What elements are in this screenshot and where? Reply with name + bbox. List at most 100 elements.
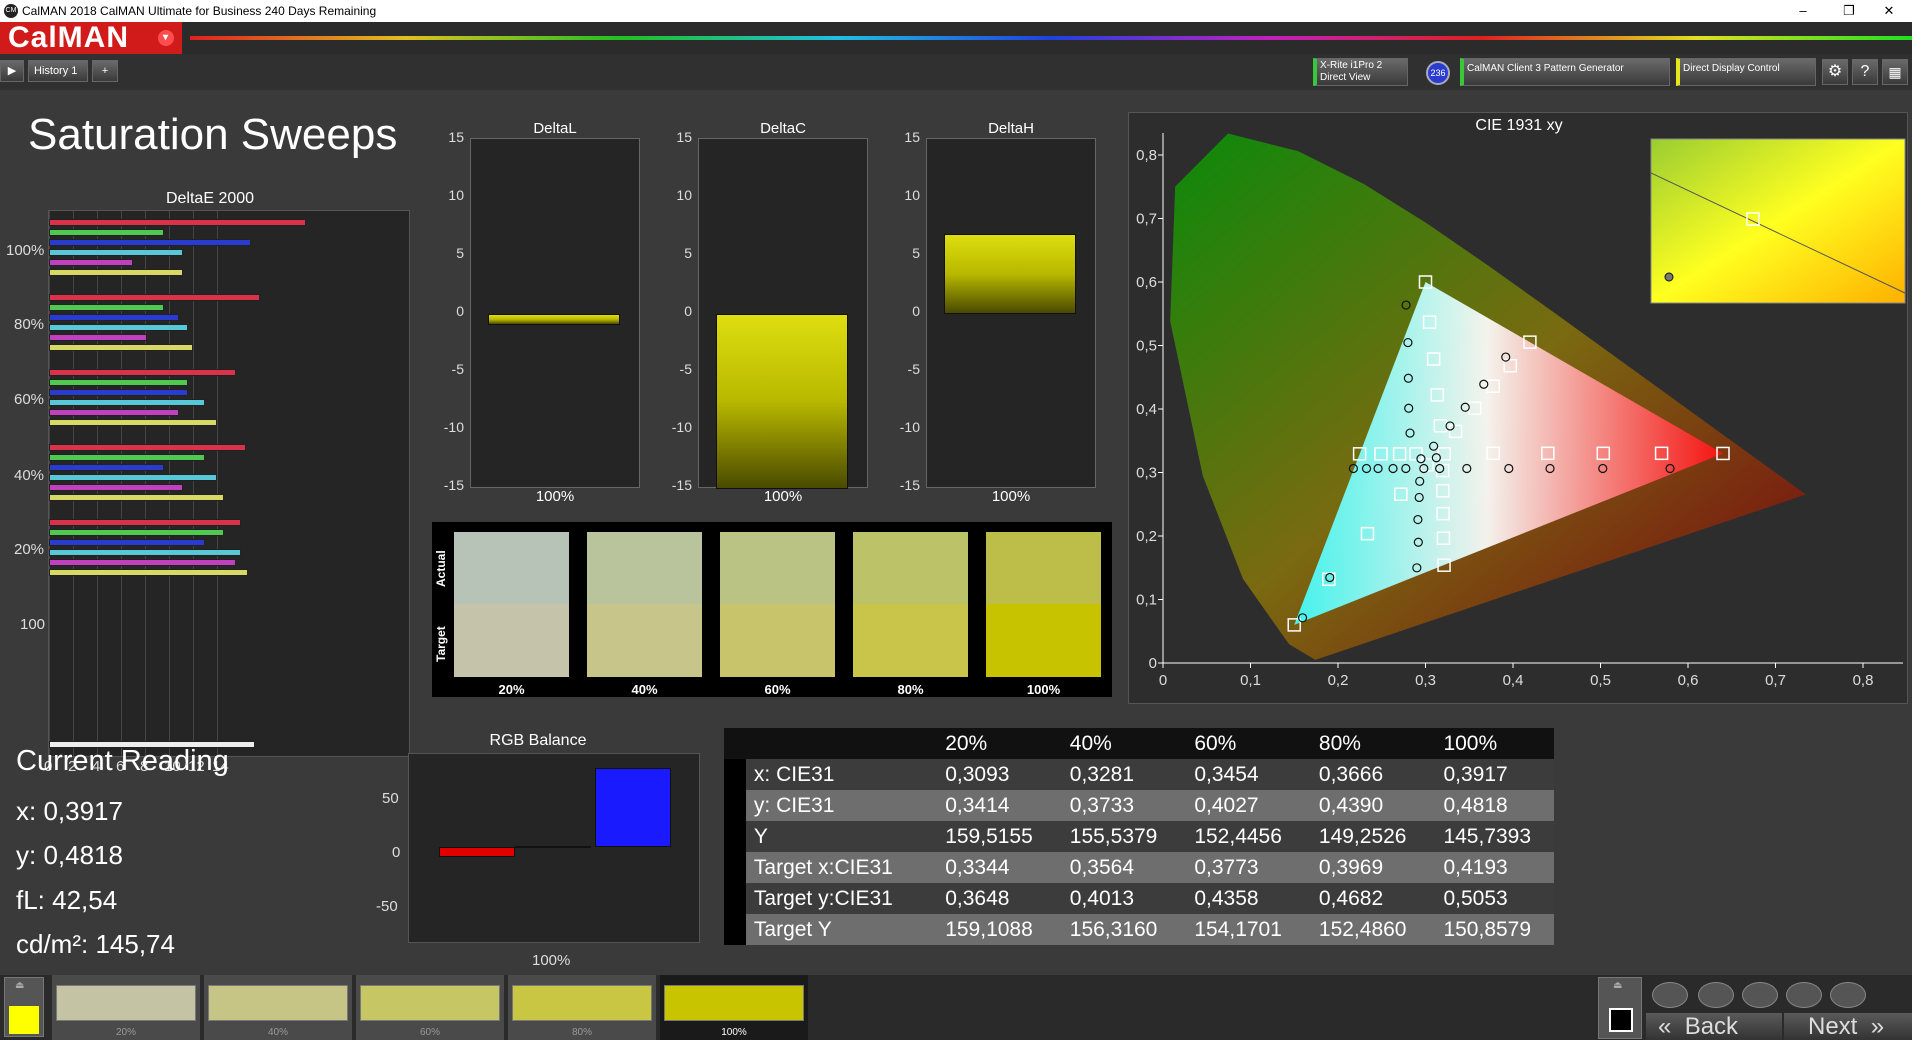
table-row-marker	[724, 759, 746, 790]
deltae-gridline	[217, 211, 218, 756]
table-cell: 0,3344	[945, 856, 1010, 879]
deltae-chart	[48, 210, 410, 757]
next-chevron-icon: »	[1870, 1013, 1885, 1040]
deltae-bar	[49, 484, 184, 491]
deltae-bar	[49, 454, 205, 461]
record-icon[interactable]	[1652, 982, 1688, 1008]
deltae-bar	[49, 314, 179, 321]
window-title: CalMAN 2018 CalMAN Ultimate for Business…	[22, 4, 377, 18]
table-cell: 0,3414	[945, 794, 1010, 817]
step-button[interactable]: 80%	[508, 975, 656, 1040]
bottom-bar: ⏏ 20% 40% 60% 80% 100% ⏏ « Back Next »	[0, 975, 1912, 1040]
table-cell: 0,3733	[1069, 794, 1134, 817]
cie-xtick: 0,5	[1590, 672, 1611, 689]
rgb-ytick: 0	[392, 844, 401, 861]
save-icon[interactable]	[1742, 982, 1778, 1008]
table-row: x: CIE31 0,3093 0,3281 0,3454 0,3666 0,3917	[724, 759, 1554, 790]
table-cell: 0,3281	[1069, 763, 1134, 786]
layout-grid-icon[interactable]: ▦	[1882, 59, 1908, 85]
meter-device-button[interactable]: X-Rite i1Pro 2 Direct View	[1313, 58, 1408, 86]
cie-ytick: 0,4	[1136, 401, 1157, 418]
deltae-bar	[49, 344, 193, 351]
cie-xtick: 0,7	[1765, 672, 1786, 689]
cie-ytick: 0,3	[1136, 465, 1157, 482]
deltae-bar	[49, 304, 165, 311]
next-button[interactable]: Next »	[1784, 1013, 1912, 1040]
table-header-cell	[724, 728, 746, 759]
step-swatch	[208, 985, 348, 1021]
step-swatch	[664, 985, 804, 1021]
table-cell: 156,3160	[1069, 918, 1158, 941]
deltae-gridline	[193, 211, 194, 756]
meter-badge[interactable]: 236	[1426, 61, 1450, 85]
step-button[interactable]: 60%	[356, 975, 504, 1040]
cie-xtick: 0,6	[1678, 672, 1699, 689]
rgb-ytick: -50	[376, 898, 398, 915]
rgb-chart	[408, 753, 700, 943]
refresh-icon[interactable]	[1830, 982, 1866, 1008]
stop-icon	[1609, 1008, 1633, 1032]
delta-ytick: -10	[899, 419, 920, 435]
step-swatch	[360, 985, 500, 1021]
delta-ytick: 10	[448, 187, 464, 203]
table-cell: 0,4193	[1443, 856, 1508, 879]
delta-chart	[698, 138, 868, 489]
delta-ytick: 0	[912, 303, 920, 319]
stop-button[interactable]: ⏏	[1598, 977, 1642, 1039]
table-row-label: Target Y	[753, 918, 832, 941]
help-icon[interactable]: ?	[1852, 59, 1878, 85]
delta-xlabel: 100%	[535, 488, 575, 505]
table-row: Target Y 159,1088 156,3160 154,1701 152,4860…	[724, 914, 1554, 945]
step-button[interactable]: 100%	[660, 975, 808, 1040]
table-cell: 145,7393	[1443, 825, 1532, 848]
rgb-ytick: 50	[382, 790, 399, 807]
app-icon: CM	[4, 4, 18, 18]
current-reading-title: Current Reading	[16, 745, 229, 777]
delta-title: DeltaL	[533, 120, 577, 137]
table-cell: 159,1088	[945, 918, 1033, 941]
table-cell: 150,8579	[1443, 918, 1532, 941]
next-label: Next	[1808, 1013, 1858, 1040]
delta-ytick: 15	[904, 129, 920, 145]
deltae-ylabel: 100%	[6, 242, 45, 259]
table-row: Target x:CIE31 0,3344 0,3564 0,3773 0,3969 0,…	[724, 852, 1554, 883]
delta-ytick: 0	[684, 303, 692, 319]
table-cell: 0,4358	[1194, 887, 1259, 910]
deltae-ylabel: 40%	[14, 467, 45, 484]
add-tab-button[interactable]: +	[92, 60, 118, 82]
table-row-label: x: CIE31	[753, 763, 835, 786]
table-cell: 0,3648	[945, 887, 1010, 910]
table-cell: 149,2526	[1318, 825, 1407, 848]
deltae-bar	[49, 494, 225, 501]
table-row: Target y:CIE31 0,3648 0,4013 0,4358 0,4682 0,…	[724, 883, 1554, 914]
display-control-button[interactable]: Direct Display Control	[1676, 58, 1816, 86]
step-button[interactable]: 20%	[52, 975, 200, 1040]
table-cell: 152,4456	[1194, 825, 1282, 848]
table-header-cell: 40%	[1055, 728, 1181, 759]
delta-ytick: -5	[907, 361, 920, 377]
close-button[interactable]: ✕	[1866, 0, 1912, 22]
deltae-bar	[49, 269, 184, 276]
swatch	[986, 532, 1101, 677]
tab-history-1[interactable]: History 1	[28, 60, 88, 82]
table-header-cell: 60%	[1180, 728, 1305, 759]
table-cell: 0,3773	[1194, 856, 1259, 879]
loop-icon[interactable]	[1786, 982, 1822, 1008]
current-color-button[interactable]: ⏏	[4, 977, 44, 1037]
back-button[interactable]: « Back	[1646, 1013, 1782, 1040]
table-cell: 0,3564	[1069, 856, 1134, 879]
current-cd: cd/m²: 145,74	[16, 929, 175, 959]
play-icon[interactable]	[1698, 982, 1734, 1008]
logo-text: CalMAN	[8, 21, 130, 54]
minimize-button[interactable]: –	[1780, 0, 1826, 22]
step-button[interactable]: 40%	[204, 975, 352, 1040]
deltae-bar	[49, 294, 261, 301]
table-row-label: Target y:CIE31	[753, 887, 893, 910]
settings-gear-icon[interactable]: ⚙	[1822, 59, 1848, 85]
play-icon[interactable]: ▶	[0, 60, 24, 82]
calman-logo-button[interactable]: CalMAN ▾	[0, 22, 182, 54]
pattern-generator-button[interactable]: CalMAN Client 3 Pattern Generator	[1460, 58, 1670, 86]
delta-xlabel: 100%	[991, 488, 1031, 505]
deltae-bar	[49, 529, 225, 536]
delta-chart	[470, 138, 640, 488]
